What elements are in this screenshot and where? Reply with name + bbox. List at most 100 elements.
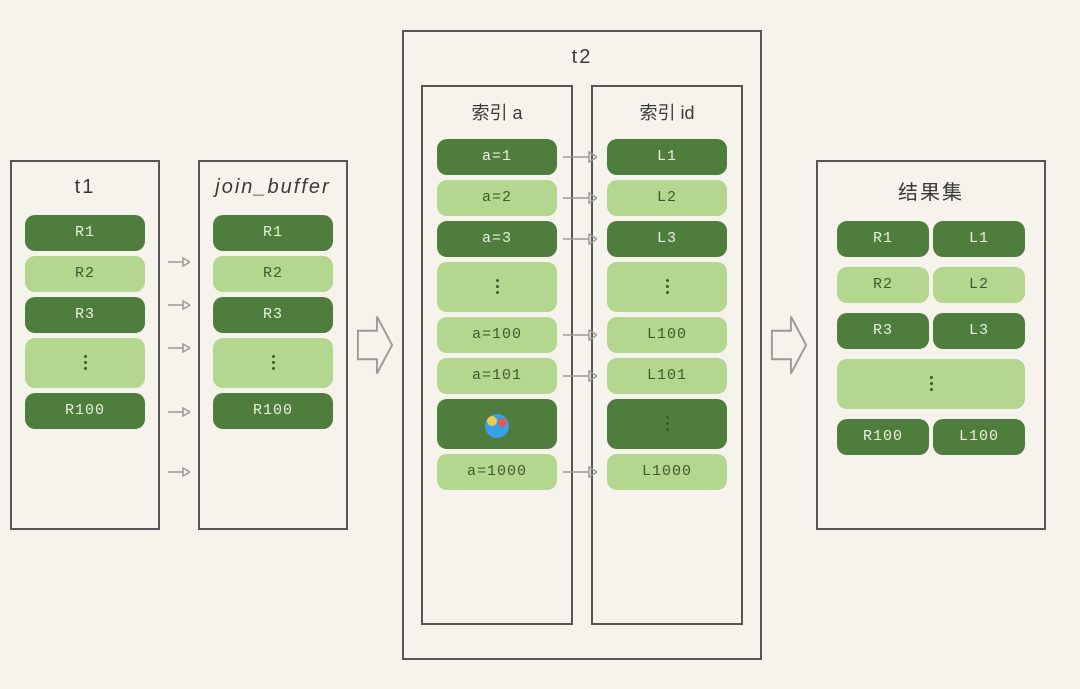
- column-result: R1 L1 R2 L2 R3 L3 R100 L100: [837, 221, 1025, 465]
- t1-row-1: R2: [25, 256, 145, 292]
- join-buffer-row-4: R100: [213, 393, 333, 429]
- arrow-t1-jb-2: [168, 341, 190, 353]
- join-buffer-row-1: R2: [213, 256, 333, 292]
- panel-join-buffer: join_buffer R1 R2 R3 R100: [198, 160, 348, 530]
- result-row-4-left-label: R100: [863, 428, 903, 445]
- t1-row-2: R3: [25, 297, 145, 333]
- index-id-row-4-label: L100: [647, 326, 687, 343]
- result-row-2-left: R3: [837, 313, 929, 349]
- result-row-1-left-label: R2: [873, 276, 893, 293]
- row-arrow-icon: [563, 232, 597, 246]
- result-row-0-right: L1: [933, 221, 1025, 257]
- result-row-0-left-label: R1: [873, 230, 893, 247]
- result-row-0-right-label: L1: [969, 230, 989, 247]
- join-buffer-row-3: [213, 338, 333, 388]
- index-id-row-4: L100: [607, 317, 727, 353]
- row-arrow-icon: [563, 150, 597, 164]
- index-a-row-0-label: a=1: [482, 148, 512, 165]
- t1-row-1-label: R2: [75, 265, 95, 282]
- index-a-row-1: a=2: [437, 180, 557, 216]
- result-row-2: R3 L3: [837, 313, 1025, 354]
- result-row-4-right: L100: [933, 419, 1025, 455]
- arrows-t1-to-joinbuffer: [168, 205, 190, 485]
- row-arrow-icon: [563, 369, 597, 383]
- result-row-4-right-label: L100: [959, 428, 999, 445]
- join-buffer-row-1-label: R2: [263, 265, 283, 282]
- panel-t2: t2 索引 a a=1 a=2 a=3 a=100 a=101 a=1000 索引 id …: [402, 30, 762, 660]
- index-a-row-0: a=1: [437, 139, 557, 175]
- panel-result-title: 结果集: [898, 176, 964, 205]
- result-row-0-left: R1: [837, 221, 929, 257]
- index-id-row-5: L101: [607, 358, 727, 394]
- panel-index-id: 索引 id L1 L2 L3 L100 L101 L1000: [591, 85, 743, 625]
- index-a-row-5-label: a=101: [472, 367, 522, 384]
- column-t1: R1 R2 R3 R100: [25, 215, 145, 434]
- result-row-0: R1 L1: [837, 221, 1025, 262]
- result-row-3-left: [837, 359, 1025, 409]
- join-buffer-row-0-label: R1: [263, 224, 283, 241]
- result-row-2-left-label: R3: [873, 322, 893, 339]
- index-a-row-3: [437, 262, 557, 312]
- arrow-t1-jb-3: [168, 405, 190, 417]
- panel-t2-title: t2: [572, 46, 593, 69]
- result-row-1: R2 L2: [837, 267, 1025, 308]
- index-id-row-3: [607, 262, 727, 312]
- arrow-t1-jb-1: [168, 298, 190, 310]
- row-arrow-icon: [563, 465, 597, 479]
- panel-join-buffer-title: join_buffer: [215, 176, 330, 199]
- index-id-row-0-label: L1: [657, 148, 677, 165]
- arrow-joinbuffer-to-t2: [356, 305, 394, 385]
- index-id-row-7: L1000: [607, 454, 727, 490]
- panel-index-a: 索引 a a=1 a=2 a=3 a=100 a=101 a=1000: [421, 85, 573, 625]
- t1-row-4-label: R100: [65, 402, 105, 419]
- index-id-row-2: L3: [607, 221, 727, 257]
- t1-row-2-label: R3: [75, 306, 95, 323]
- result-row-3: [837, 359, 1025, 414]
- index-id-row-5-label: L101: [647, 367, 687, 384]
- index-a-title: 索引 a: [471, 99, 522, 125]
- index-id-row-0: L1: [607, 139, 727, 175]
- index-a-row-2-label: a=3: [482, 230, 512, 247]
- result-row-1-left: R2: [837, 267, 929, 303]
- index-id-row-7-label: L1000: [642, 463, 692, 480]
- arrow-t1-jb-4: [168, 465, 190, 477]
- panel-t1-title: t1: [75, 176, 96, 199]
- row-arrow-icon: [563, 191, 597, 205]
- index-a-row-6: [437, 399, 557, 449]
- join-buffer-row-4-label: R100: [253, 402, 293, 419]
- arrow-t1-jb-0: [168, 255, 190, 267]
- index-a-row-1-label: a=2: [482, 189, 512, 206]
- row-arrow-icon: [563, 328, 597, 342]
- t1-row-0: R1: [25, 215, 145, 251]
- index-a-row-4: a=100: [437, 317, 557, 353]
- index-a-row-7-label: a=1000: [467, 463, 527, 480]
- index-a-row-2: a=3: [437, 221, 557, 257]
- arrow-t2-to-result: [770, 305, 808, 385]
- t2-inner-row: 索引 a a=1a=2a=3a=100a=101a=1000 索引 id L1L…: [421, 85, 743, 625]
- result-row-2-right-label: L3: [969, 322, 989, 339]
- index-a-row-5: a=101: [437, 358, 557, 394]
- join-buffer-row-2: R3: [213, 297, 333, 333]
- index-id-row-1-label: L2: [657, 189, 677, 206]
- index-id-title: 索引 id: [639, 99, 694, 125]
- join-buffer-row-2-label: R3: [263, 306, 283, 323]
- index-a-row-4-label: a=100: [472, 326, 522, 343]
- watermark-icon: [485, 414, 509, 438]
- result-row-1-right: L2: [933, 267, 1025, 303]
- result-row-4: R100 L100: [837, 419, 1025, 460]
- column-index-a: a=1 a=2 a=3 a=100 a=101 a=1000: [437, 139, 557, 495]
- result-row-1-right-label: L2: [969, 276, 989, 293]
- panel-result: 结果集 R1 L1 R2 L2 R3 L3 R100 L100: [816, 160, 1046, 530]
- column-join-buffer: R1 R2 R3 R100: [213, 215, 333, 434]
- result-row-2-right: L3: [933, 313, 1025, 349]
- join-buffer-row-0: R1: [213, 215, 333, 251]
- result-row-4-left: R100: [837, 419, 929, 455]
- index-id-row-6: [607, 399, 727, 449]
- column-index-id: L1 L2 L3 L100 L101 L1000: [607, 139, 727, 495]
- panel-t1: t1 R1 R2 R3 R100: [10, 160, 160, 530]
- index-id-row-1: L2: [607, 180, 727, 216]
- t1-row-4: R100: [25, 393, 145, 429]
- t1-row-3: [25, 338, 145, 388]
- index-id-row-2-label: L3: [657, 230, 677, 247]
- index-a-row-7: a=1000: [437, 454, 557, 490]
